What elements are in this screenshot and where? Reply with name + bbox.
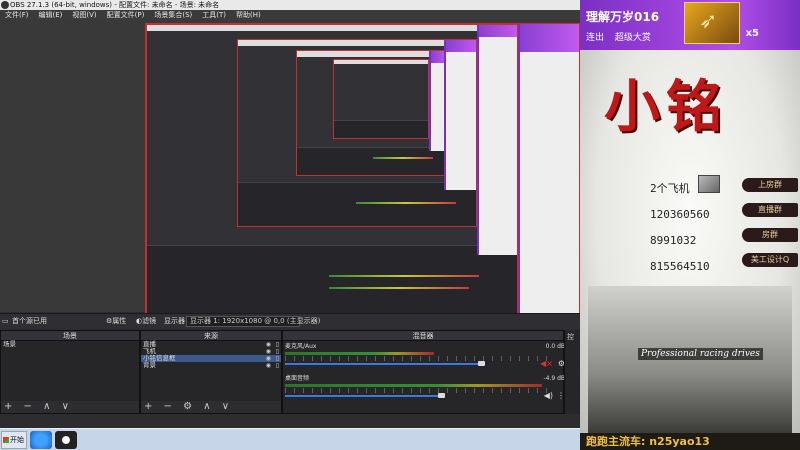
stream-overlay: 理解万岁016 连出 超级大赏 ➶ x5 小铭 2个飞机 120360560 8… [580, 0, 800, 450]
volume-slider[interactable] [285, 395, 441, 397]
menu-edit[interactable]: 编辑(E) [34, 10, 68, 20]
info-item: 815564510 [650, 260, 710, 273]
properties-label: 属性 [112, 317, 127, 325]
scenes-header: 场景 [1, 331, 139, 341]
rocket-icon: ➶ [699, 9, 718, 34]
track-name: 麦克风/Aux [285, 343, 317, 350]
properties-button[interactable]: ⚙属性 [106, 314, 126, 329]
volume-meter [285, 384, 542, 387]
side-label: 美工设计Q [742, 253, 798, 267]
window-title: OBS 27.1.3 (64-bit, windows) - 配置文件: 未命名… [10, 1, 220, 9]
speaker-muted-icon[interactable]: ◀× [540, 359, 553, 368]
obs-app-icon [1, 1, 9, 9]
volume-slider[interactable] [285, 363, 481, 365]
profile-header: 理解万岁016 连出 超级大赏 ➶ x5 [580, 0, 800, 50]
ink-painting-block: Professional racing drives [588, 286, 792, 434]
eye-icon[interactable]: ◉ [266, 341, 271, 348]
mixer-header: 混音器 [283, 331, 563, 341]
menu-scene-collection[interactable]: 场景集合(S) [149, 10, 197, 20]
meter-scale [285, 356, 555, 361]
browser-taskbar-icon[interactable] [30, 431, 52, 449]
windows-logo-icon [3, 437, 9, 443]
menu-bar: 文件(F) 编辑(E) 视图(V) 配置文件(P) 场景集合(S) 工具(T) 帮助(H) [0, 10, 580, 20]
mixer-track-desktop: 桌面音频 -4.9 dB ◀) ⋮ [285, 375, 565, 405]
controls-header: 控 [567, 333, 574, 341]
mixer-dock: 混音器 麦克风/Aux 0.0 dB ◀× ⚙ 桌面音频 -4.9 dB ◀) … [282, 330, 565, 414]
lock-icon[interactable]: ▯ [276, 341, 279, 348]
profile-links: 连出 超级大赏 [586, 30, 659, 43]
scenes-footer-controls[interactable]: + − ∧ ∨ [1, 401, 139, 413]
scene-item[interactable]: 场景 [1, 341, 139, 348]
start-button[interactable]: 开始 [1, 431, 27, 449]
preview-canvas[interactable] [145, 23, 580, 329]
speaker-icon[interactable]: ◀) [544, 391, 553, 400]
preview-area[interactable] [0, 20, 580, 329]
car-banner: 跑跑主流车: n25yao13 [580, 433, 800, 450]
nested-capture-3 [296, 50, 446, 176]
filters-button[interactable]: ◐滤镜 [136, 314, 156, 329]
nested-capture-4 [333, 59, 429, 139]
nested-stream-preview [518, 24, 579, 328]
side-label: 房群 [742, 228, 798, 242]
source-item[interactable]: 背景 ◉ ▯ [141, 361, 281, 370]
track-name: 桌面音频 [285, 375, 310, 382]
gift-count: x5 [745, 28, 759, 39]
sources-footer-controls[interactable]: + − ⚙ ∧ ∨ [141, 401, 281, 413]
side-labels: 上房群 直播群 房群 美工设计Q [742, 178, 798, 278]
professional-tagline: Professional racing drives [638, 348, 763, 360]
controls-dock-partial: 控 [564, 330, 580, 414]
source-item[interactable]: 直播 ◉ ▯ [141, 341, 281, 349]
filters-label: 滤镜 [142, 317, 157, 325]
side-label: 直播群 [742, 203, 798, 217]
menu-tools[interactable]: 工具(T) [197, 10, 231, 20]
info-item: 120360560 [650, 208, 710, 221]
monitor-icon: ▭ [2, 317, 9, 325]
source-item-selected[interactable]: 小铭信息框 ◉ ▯ [141, 355, 281, 362]
menu-file[interactable]: 文件(F) [0, 10, 34, 20]
lock-icon[interactable]: ▯ [276, 348, 279, 355]
menu-view[interactable]: 视图(V) [67, 10, 101, 20]
rocket-gift-badge: ➶ x5 [684, 2, 759, 44]
start-label: 开始 [10, 436, 24, 444]
nested-capture-2 [237, 39, 477, 227]
meter-scale [285, 388, 555, 393]
nested-capture-1 [146, 24, 518, 322]
tagline-text: Professional racing drives [641, 349, 760, 359]
plane-icon [698, 175, 720, 193]
display-select[interactable]: 显示器 1: 1920x1080 @ 0,0 (主显示器) [186, 316, 320, 327]
track-value: -4.9 dB [543, 375, 565, 382]
eye-icon[interactable]: ◉ [266, 355, 271, 362]
lock-icon[interactable]: ▯ [276, 362, 279, 369]
lock-icon[interactable]: ▯ [276, 355, 279, 362]
eye-icon[interactable]: ◉ [266, 348, 271, 355]
calligraphy-title: 小铭 [604, 74, 728, 140]
track-value: 0.0 dB [545, 343, 565, 350]
eye-icon[interactable]: ◉ [266, 362, 271, 369]
title-bar: OBS 27.1.3 (64-bit, windows) - 配置文件: 未命名… [0, 0, 580, 10]
link-lianchu[interactable]: 连出 [586, 33, 604, 43]
mixer-track-mic: 麦克风/Aux 0.0 dB ◀× ⚙ [285, 343, 565, 373]
source-toolbar: ▭ 首个源已用 ⚙属性 ◐滤镜 显示器 显示器 1: 1920x1080 @ 0… [0, 313, 580, 329]
sources-dock: 来源 直播 ◉ ▯ 飞机 ◉ ▯ 小铭信息框 ◉ ▯ 背景 ◉ ▯ + − ⚙ ∧ ∨ [140, 330, 282, 414]
no-source-label: 首个源已用 [12, 317, 47, 325]
link-super-reward[interactable]: 超级大赏 [615, 33, 651, 43]
volume-meter [285, 352, 434, 355]
streamer-name: 理解万岁016 [586, 10, 660, 24]
source-label: 背景 [143, 361, 156, 369]
volume-knob[interactable] [478, 361, 485, 366]
info-item: 8991032 [650, 234, 697, 247]
sources-header: 来源 [141, 331, 281, 341]
side-label: 上房群 [742, 178, 798, 192]
obs-taskbar-icon[interactable] [55, 431, 77, 449]
taskbar: 开始 [0, 428, 580, 450]
display-label: 显示器 [164, 317, 185, 325]
volume-knob[interactable] [438, 393, 445, 398]
menu-profile[interactable]: 配置文件(P) [102, 10, 150, 20]
scenes-dock: 场景 场景 + − ∧ ∨ [0, 330, 140, 414]
obs-window: OBS 27.1.3 (64-bit, windows) - 配置文件: 未命名… [0, 0, 580, 428]
menu-help[interactable]: 帮助(H) [231, 10, 266, 20]
